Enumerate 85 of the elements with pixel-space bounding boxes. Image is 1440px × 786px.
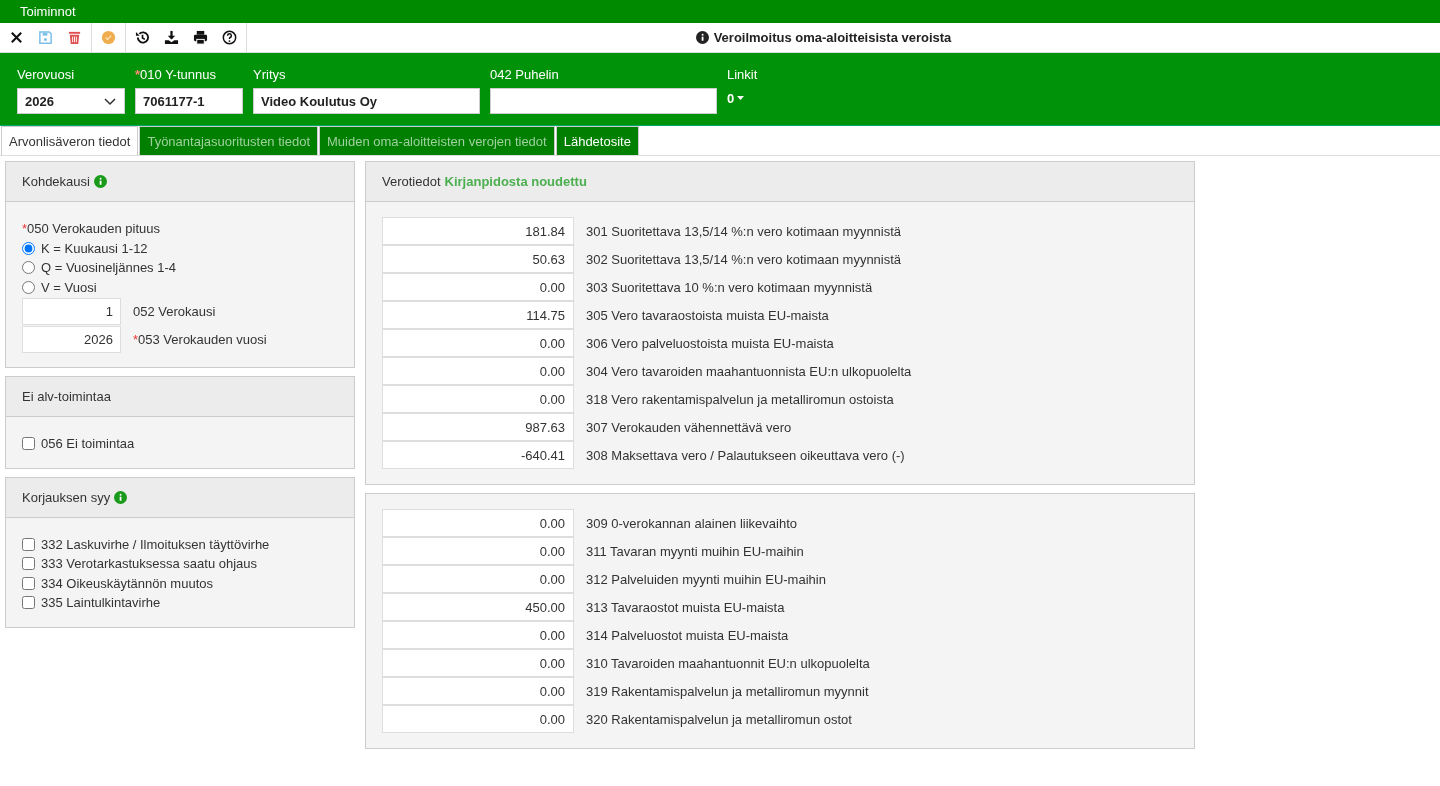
radio-button[interactable] [22,280,35,294]
field-label: Linkit [727,67,758,82]
field-label: 309 0-verokannan alainen liikevaihto [586,515,798,531]
field-label: *010 Y-tunnus [135,67,217,82]
amount-field[interactable]: 181.84 [382,217,574,245]
field-label: 306 Vero palveluostoista muista EU-maista [586,335,834,351]
status-label: Kirjanpidosta noudettu [444,174,587,189]
amount-field[interactable]: 450.00 [382,593,574,621]
field-label: 311 Tavaran myynti muihin EU-maihin [586,543,804,559]
option-label: 056 Ei toimintaa [41,436,135,452]
text-field[interactable] [490,88,717,114]
option-label: 335 Laintulkintavirhe [41,595,161,611]
amount-field[interactable]: 0.00 [382,385,574,413]
save-icon [38,30,53,45]
amount-field[interactable]: 0.00 [382,537,574,565]
radio-button[interactable] [22,241,35,255]
links-dropdown[interactable]: 0 [727,88,758,108]
history-icon [135,30,150,45]
panel-title: Verotiedot [382,174,441,189]
amount-field[interactable]: 114.75 [382,301,574,329]
checkbox[interactable] [22,576,35,590]
amount-field[interactable]: 987.63 [382,413,574,441]
amount-field[interactable]: -640.41 [382,441,574,469]
field-label: 042 Puhelin [490,67,560,82]
info-icon [695,31,709,44]
help-icon [222,30,237,45]
field-label: 304 Vero tavaroiden maahantuonnista EU:n ulkopuolelta [586,363,912,379]
tab[interactable]: Lähdetosite [555,126,639,155]
field-label: 314 Palveluostot muista EU-maista [586,627,789,643]
close-icon [9,30,24,45]
chevron-icon [103,95,117,107]
amount-field[interactable]: 50.63 [382,245,574,273]
option-label: 333 Verotarkastuksessa saatu ohjaus [41,556,258,572]
checkbox[interactable] [22,557,35,571]
amount-field[interactable]: 0.00 [382,649,574,677]
menu-title[interactable]: Toiminnot [20,4,76,19]
caret-icon [737,96,745,100]
field-label: *050 Verokauden pituus [22,221,161,237]
amount-field[interactable]: 0.00 [382,565,574,593]
field-label: 303 Suoritettava 10 %:n vero kotimaan myynnistä [586,279,873,295]
number-field[interactable]: 1 [22,298,121,325]
field-label: 308 Maksettava vero / Palautukseen oikeuttava vero (-) [586,447,905,463]
amount-field[interactable]: 0.00 [382,357,574,385]
amount-field[interactable]: 0.00 [382,677,574,705]
printer-icon [193,30,208,45]
field-label: Yritys [253,67,287,82]
field-label: 307 Verokauden vähennettävä vero [586,419,792,435]
check-circle-icon [101,30,116,45]
field-label: 319 Rakentamispalvelun ja metalliromun myynnit [586,683,869,699]
download-icon [164,30,179,45]
amount-field[interactable]: 0.00 [382,621,574,649]
tab[interactable]: Arvonlisäveron tiedot [1,126,139,155]
amount-field[interactable]: 0.00 [382,273,574,301]
field-label: 305 Vero tavaraostoista muista EU-maista [586,307,829,323]
option-label: Q = Vuosineljännes 1-4 [41,260,177,276]
trash-icon [67,30,82,45]
field-label: 318 Vero rakentamispalvelun ja metalliromun ostoista [586,391,894,407]
amount-field[interactable]: 0.00 [382,509,574,537]
text-field[interactable]: Video Koulutus Oy [253,88,480,114]
field-label: 310 Tavaroiden maahantuonnit EU:n ulkopuolelta [586,655,870,671]
text-field[interactable]: 7061177-1 [135,88,243,114]
option-label: V = Vuosi [41,279,97,295]
field-label: 320 Rakentamispalvelun ja metalliromun ostot [586,711,852,727]
checkbox[interactable] [22,537,35,551]
amount-field[interactable]: 0.00 [382,329,574,357]
amount-field[interactable]: 0.00 [382,705,574,733]
form-title: Veroilmoitus oma-aloitteisista veroista [713,30,952,45]
checkbox[interactable] [22,596,35,610]
field-label: 052 Verokausi [133,304,216,319]
field-label: Verovuosi [17,67,76,82]
number-field[interactable]: 2026 [22,326,121,353]
field-label: 301 Suoritettava 13,5/14 %:n vero kotimaan myynnistä [586,223,902,239]
panel-title: Kohdekausi [22,174,90,189]
option-label: K = Kuukausi 1-12 [41,240,148,256]
checkbox[interactable] [22,437,35,451]
panel-title: Korjauksen syy [22,489,111,505]
option-label: 332 Laskuvirhe / Ilmoituksen täyttövirhe [41,536,270,552]
panel-title: Ei alv-toimintaa [22,389,111,404]
radio-button[interactable] [22,261,35,275]
field-label: 302 Suoritettava 13,5/14 %:n vero kotimaan myynnistä [586,251,902,267]
field-label: 312 Palveluiden myynti muihin EU-maihin [586,571,826,587]
year-select[interactable]: 2026 [17,88,125,114]
field-label: *053 Verokauden vuosi [133,332,267,347]
option-label: 334 Oikeuskäytännön muutos [41,575,213,591]
field-label: 313 Tavaraostot muista EU-maista [586,599,785,615]
